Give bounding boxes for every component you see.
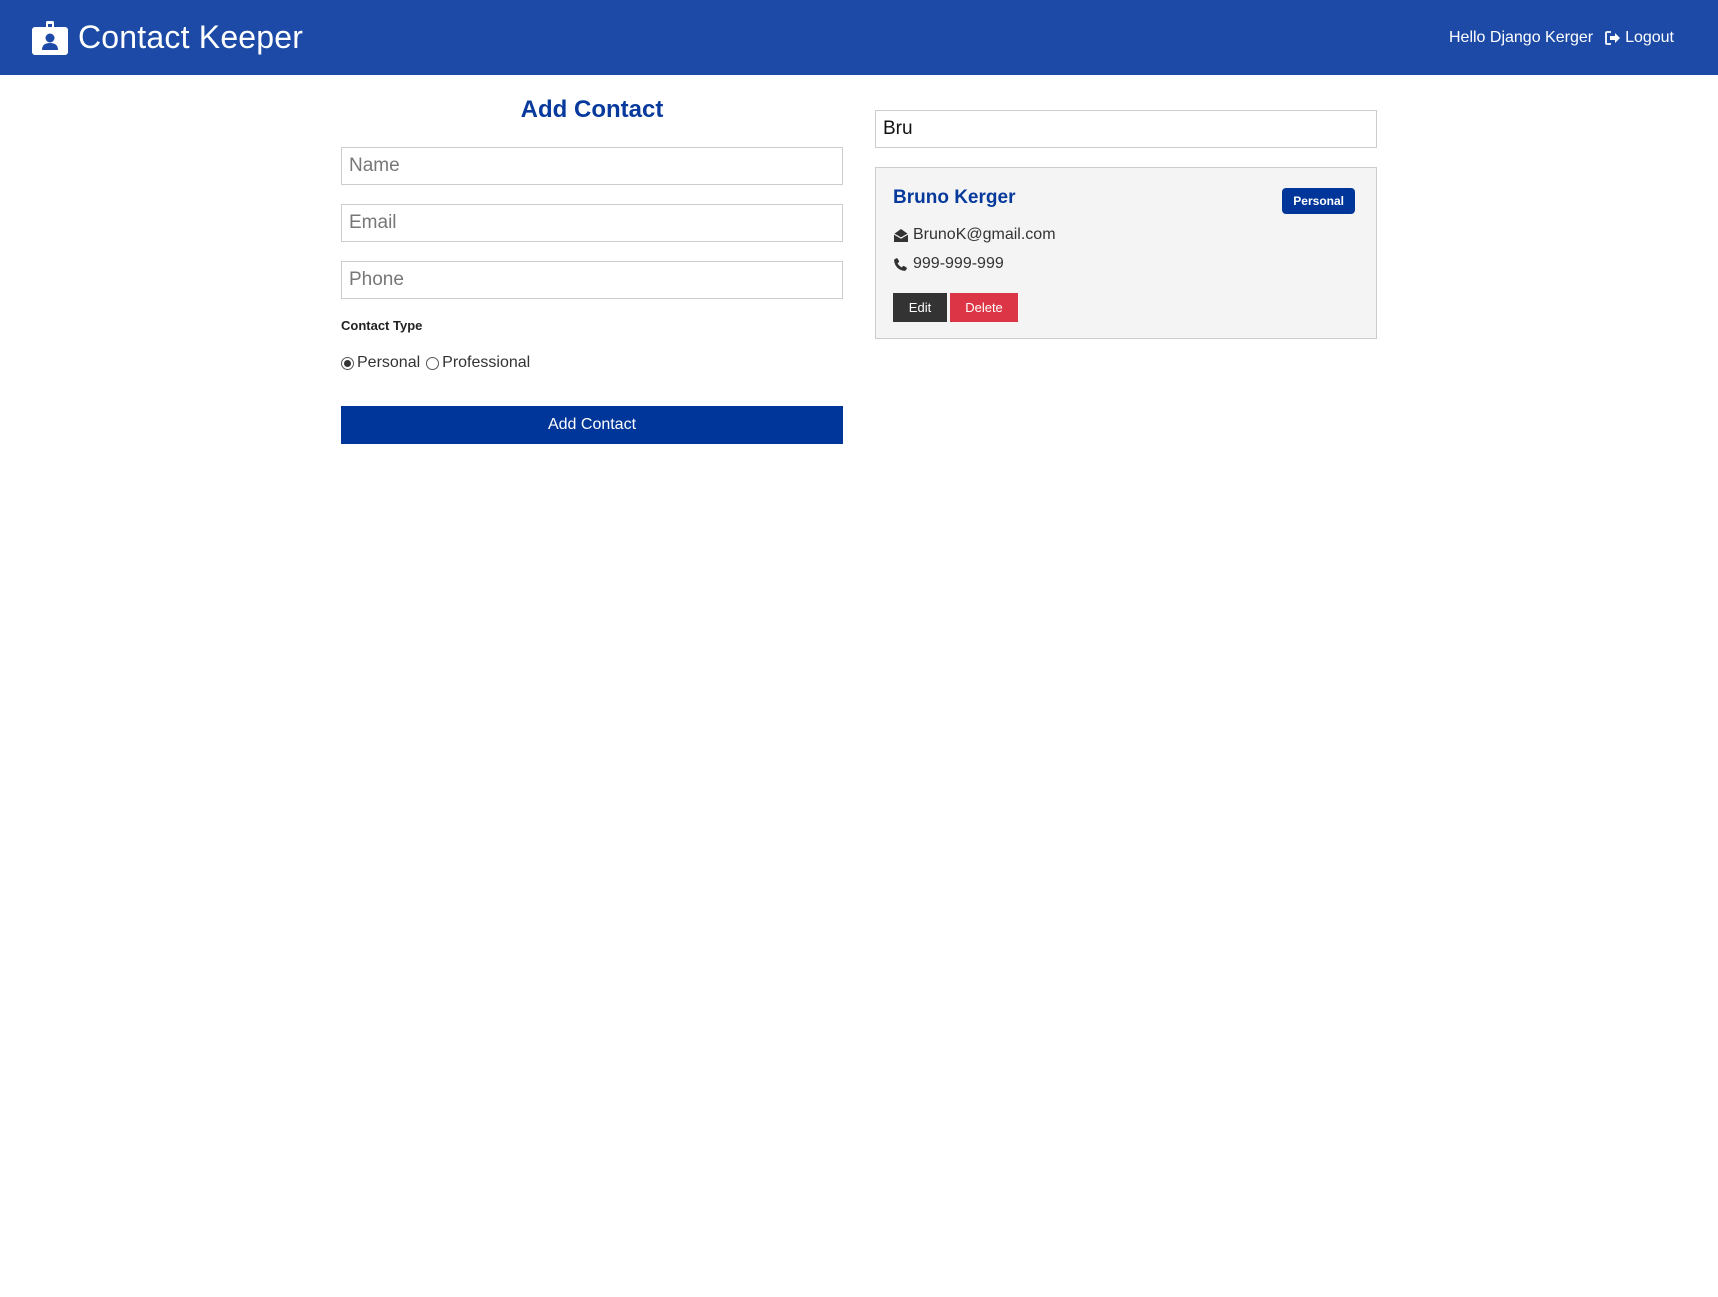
delete-button[interactable]: Delete [950, 293, 1018, 322]
nav-user-area: Hello Django Kerger Logout [1449, 29, 1674, 47]
contact-email-row: BrunoK@gmail.com [893, 226, 1355, 244]
radio-professional-label: Professional [442, 354, 531, 371]
phone-icon [893, 257, 909, 272]
sign-out-icon [1605, 30, 1621, 45]
contact-name: Bruno Kerger [893, 187, 1016, 208]
radio-personal-label: Personal [357, 354, 421, 371]
contact-type-radios: Personal Professional [341, 354, 843, 372]
email-input[interactable] [341, 204, 843, 242]
contact-actions: Edit Delete [893, 293, 1355, 322]
radio-professional-button[interactable] [426, 356, 440, 370]
contact-email: BrunoK@gmail.com [913, 226, 1056, 243]
radio-personal[interactable]: Personal [341, 354, 420, 372]
greeting-text: Hello Django Kerger [1448, 28, 1594, 46]
brand: Contact Keeper [32, 19, 303, 56]
id-badge-icon [32, 20, 68, 55]
radio-personal-button[interactable] [341, 356, 354, 370]
edit-button[interactable]: Edit [893, 293, 947, 322]
contact-type-label: Contact Type [341, 318, 423, 333]
contact-card-header: Bruno Kerger Personal [893, 185, 1355, 214]
form-title: Add Contact [520, 96, 664, 123]
name-input[interactable] [341, 147, 843, 185]
envelope-open-icon [893, 228, 909, 243]
phone-input[interactable] [341, 261, 843, 299]
contact-card: Bruno Kerger Personal BrunoK@gmail.com 9… [875, 167, 1377, 339]
navbar: Contact Keeper Hello Django Kerger Logou… [0, 0, 1718, 75]
contact-form: Add Contact Contact Type Personal Profes… [341, 75, 843, 444]
radio-professional[interactable]: Professional [426, 354, 530, 372]
contact-phone-row: 999-999-999 [893, 255, 1355, 273]
contact-phone: 999-999-999 [913, 255, 1004, 272]
contacts-panel: Bruno Kerger Personal BrunoK@gmail.com [875, 75, 1377, 444]
add-contact-button[interactable]: Add Contact [341, 406, 843, 444]
main-content: Add Contact Contact Type Personal Profes… [341, 75, 1377, 444]
app-title: Contact Keeper [78, 19, 304, 55]
logout-label: Logout [1625, 28, 1674, 46]
contact-type-badge: Personal [1282, 188, 1355, 214]
filter-input[interactable] [875, 110, 1377, 148]
logout-link[interactable]: Logout [1605, 29, 1674, 47]
